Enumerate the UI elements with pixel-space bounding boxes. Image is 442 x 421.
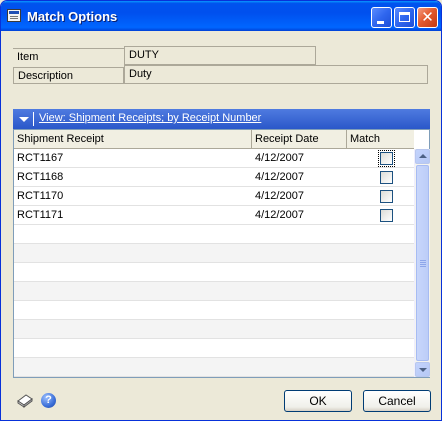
scroll-up-icon[interactable] [415, 149, 430, 164]
match-checkbox[interactable] [380, 209, 393, 222]
shipment-receipt-cell: RCT1170 [17, 190, 64, 202]
column-header-receipt-date[interactable]: Receipt Date [252, 130, 347, 148]
empty-row[interactable] [14, 263, 414, 282]
table-row[interactable]: RCT1167 4/12/2007 [14, 149, 414, 168]
empty-row[interactable] [14, 320, 414, 339]
match-options-window: Match Options ✕ Item DUTY Description Du… [0, 0, 442, 421]
grid-header: Shipment Receipt Receipt Date Match [14, 130, 414, 149]
grid-rows: RCT1167 4/12/2007 RCT1168 4/12/2007 RCT1… [14, 149, 414, 377]
view-link[interactable]: View: Shipment Receipts; by Receipt Numb… [39, 112, 261, 124]
minimize-button[interactable] [371, 7, 392, 28]
empty-row[interactable] [14, 301, 414, 320]
view-separator [33, 112, 34, 126]
receipts-grid: Shipment Receipt Receipt Date Match RCT1… [13, 129, 430, 378]
shipment-receipt-cell: RCT1167 [17, 152, 64, 164]
close-button[interactable]: ✕ [417, 7, 438, 28]
window-app-icon [7, 9, 21, 22]
empty-row[interactable] [14, 282, 414, 301]
cancel-button[interactable]: Cancel [363, 390, 431, 412]
receipt-date-cell: 4/12/2007 [255, 171, 304, 183]
vertical-scrollbar[interactable] [414, 149, 430, 377]
item-field: DUTY [124, 46, 316, 65]
view-dropdown-icon[interactable] [19, 117, 29, 122]
table-row[interactable]: RCT1170 4/12/2007 [14, 187, 414, 206]
receipt-date-cell: 4/12/2007 [255, 209, 304, 221]
receipt-date-cell: 4/12/2007 [255, 190, 304, 202]
ok-button[interactable]: OK [284, 390, 352, 412]
help-icon[interactable]: ? [41, 393, 56, 408]
empty-row[interactable] [14, 225, 414, 244]
table-row[interactable]: RCT1171 4/12/2007 [14, 206, 414, 225]
scroll-down-icon[interactable] [415, 362, 430, 377]
maximize-button[interactable] [394, 7, 415, 28]
match-cell [347, 168, 414, 187]
match-checkbox[interactable] [380, 171, 393, 184]
shipment-receipt-cell: RCT1168 [17, 171, 64, 183]
scroll-thumb[interactable] [416, 165, 429, 361]
column-header-shipment-receipt[interactable]: Shipment Receipt [14, 130, 252, 148]
window-title: Match Options [27, 9, 118, 24]
empty-row[interactable] [14, 339, 414, 358]
match-checkbox[interactable] [378, 150, 395, 167]
match-cell [347, 206, 414, 225]
title-bar[interactable]: Match Options ✕ [1, 1, 441, 31]
description-field: Duty [124, 65, 428, 84]
empty-row[interactable] [14, 358, 414, 377]
match-cell [347, 149, 414, 168]
view-header: View: Shipment Receipts; by Receipt Numb… [13, 109, 430, 129]
match-checkbox[interactable] [380, 190, 393, 203]
column-header-match[interactable]: Match [347, 130, 414, 148]
close-icon: ✕ [421, 8, 434, 26]
note-icon[interactable] [16, 392, 34, 408]
match-cell [347, 187, 414, 206]
description-label: Description [13, 67, 124, 84]
receipt-date-cell: 4/12/2007 [255, 152, 304, 164]
scroll-grip-icon [420, 260, 426, 261]
empty-row[interactable] [14, 244, 414, 263]
table-row[interactable]: RCT1168 4/12/2007 [14, 168, 414, 187]
item-label: Item [13, 48, 124, 65]
shipment-receipt-cell: RCT1171 [17, 209, 64, 221]
